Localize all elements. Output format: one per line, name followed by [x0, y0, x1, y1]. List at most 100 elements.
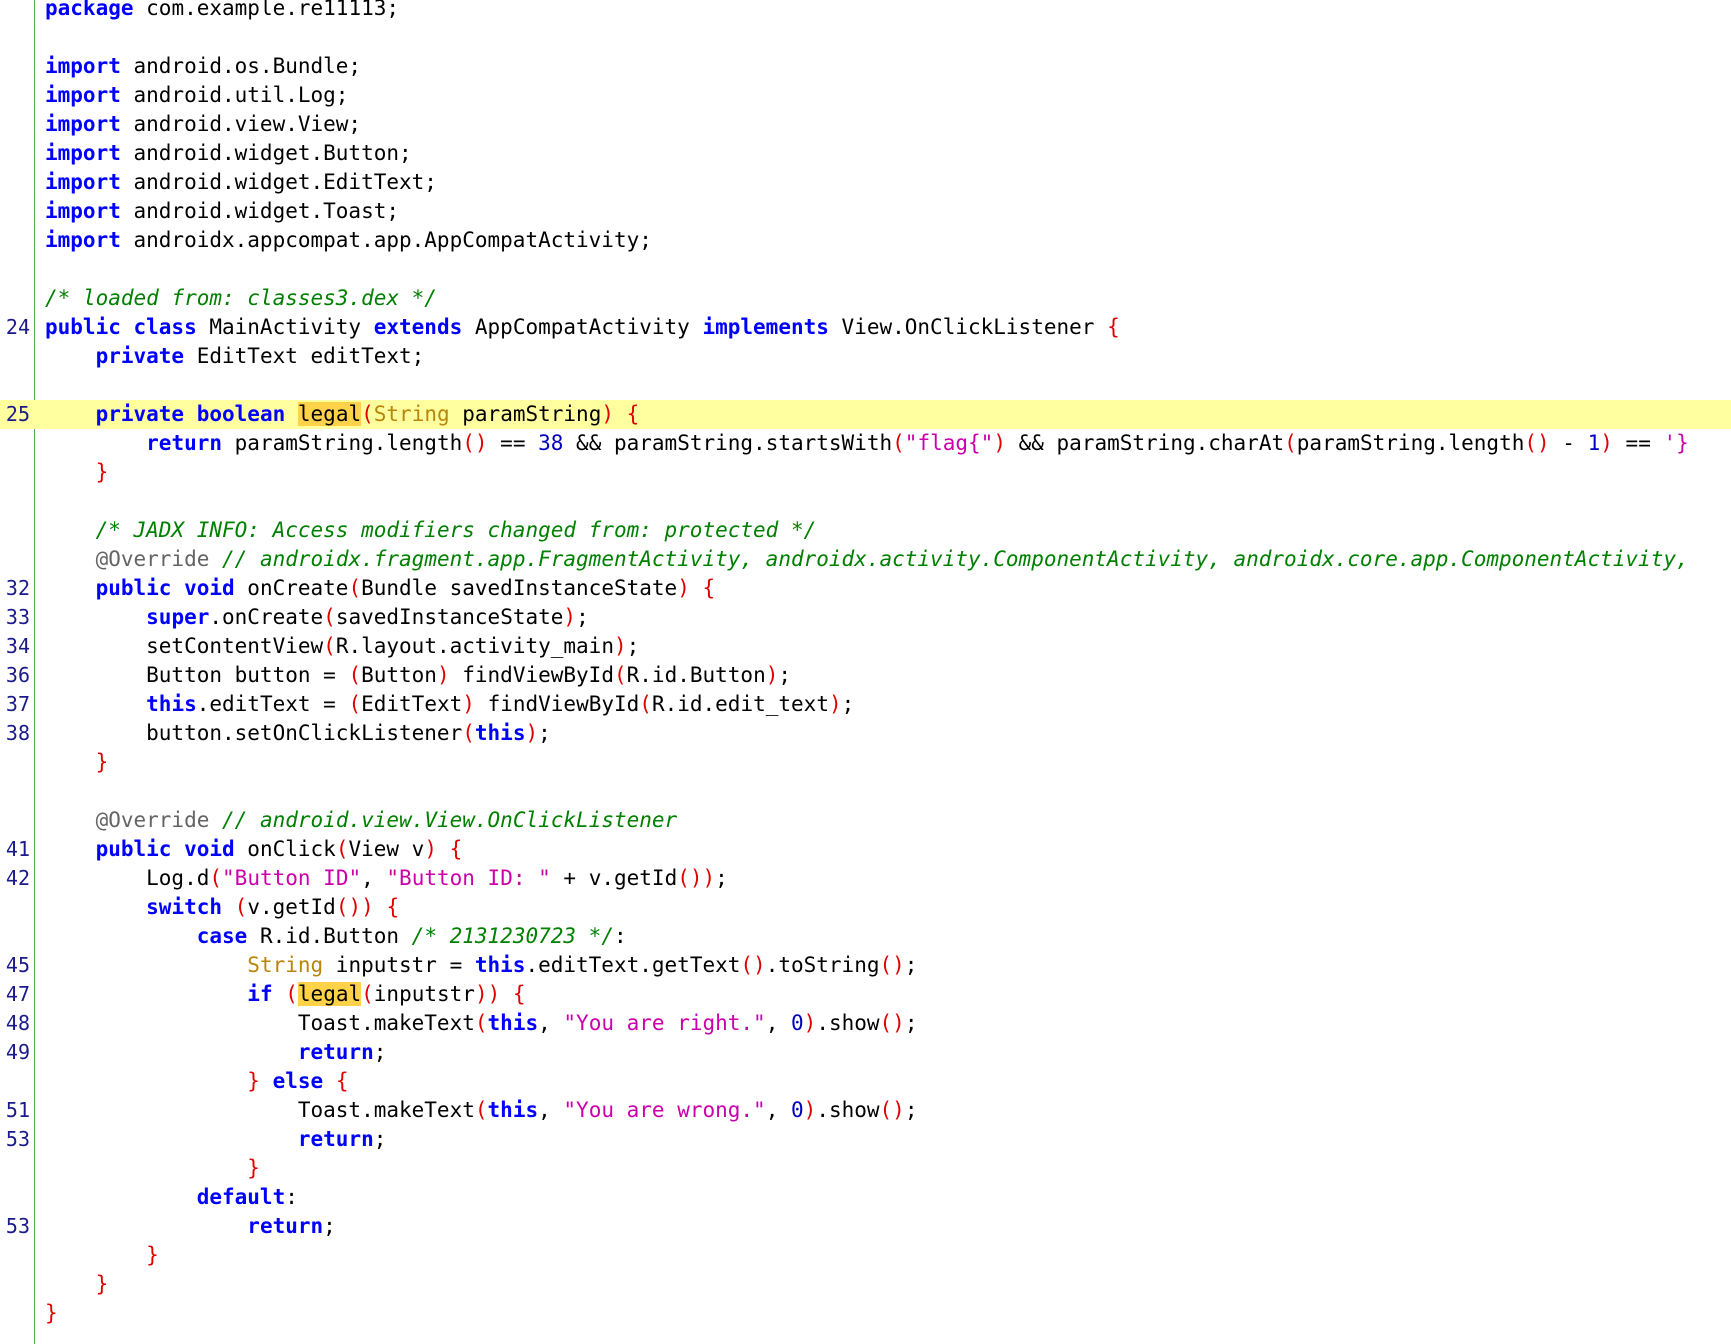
keyword-token: this — [474, 721, 526, 745]
code-line[interactable]: 49 return; — [0, 1038, 1731, 1067]
code-token: ( — [613, 663, 627, 687]
code-text: String inputstr = this.editText.getText(… — [45, 951, 917, 980]
code-line[interactable]: } — [0, 1154, 1731, 1183]
keyword-token: import — [45, 228, 121, 252]
code-line[interactable]: import android.util.Log; — [0, 81, 1731, 110]
code-token: () — [1524, 431, 1550, 455]
search-match-token[interactable]: legal — [297, 982, 362, 1006]
code-line[interactable]: 53 return; — [0, 1125, 1731, 1154]
code-token: String — [373, 402, 450, 426]
code-line[interactable]: import android.widget.Toast; — [0, 197, 1731, 226]
code-text: Toast.makeText(this, "You are wrong.", 0… — [45, 1096, 918, 1125]
line-number: 32 — [5, 576, 30, 600]
code-line[interactable]: import android.widget.EditText; — [0, 168, 1731, 197]
code-editor[interactable]: package com.example.re11113; import andro… — [0, 0, 1731, 1344]
highlighted-code-line[interactable]: 25 private boolean legal(String paramStr… — [0, 400, 1731, 429]
code-line[interactable]: switch (v.getId()) { — [0, 893, 1731, 922]
code-token: () — [879, 1011, 905, 1035]
code-line[interactable]: import android.os.Bundle; — [0, 52, 1731, 81]
code-line[interactable]: 38 button.setOnClickListener(this); — [0, 719, 1731, 748]
code-line[interactable] — [0, 23, 1731, 52]
code-line[interactable]: } — [0, 1241, 1731, 1270]
code-text: import android.widget.Button; — [45, 139, 412, 168]
code-token: ; — [576, 605, 589, 629]
keyword-token: this — [487, 1011, 539, 1035]
code-text: switch (v.getId()) { — [45, 893, 399, 922]
code-line[interactable] — [0, 777, 1731, 806]
code-token: , — [765, 1098, 791, 1122]
code-line[interactable]: 33 super.onCreate(savedInstanceState); — [0, 603, 1731, 632]
code-line[interactable] — [0, 487, 1731, 516]
code-token: View v — [348, 837, 425, 861]
code-view[interactable]: package com.example.re11113; import andro… — [0, 0, 1731, 1328]
code-token: ( — [639, 692, 652, 716]
code-line[interactable]: import android.widget.Button; — [0, 139, 1731, 168]
code-line[interactable]: private EditText editText; — [0, 342, 1731, 371]
code-line[interactable]: 45 String inputstr = this.editText.getTe… — [0, 951, 1731, 980]
code-line[interactable]: @Override // androidx.fragment.app.Fragm… — [0, 545, 1731, 574]
code-line[interactable]: 51 Toast.makeText(this, "You are wrong."… — [0, 1096, 1731, 1125]
code-line[interactable]: default: — [0, 1183, 1731, 1212]
code-text: public void onCreate(Bundle savedInstanc… — [45, 574, 716, 603]
code-token: R.id.edit_text — [651, 692, 829, 716]
code-token: ) — [765, 663, 779, 687]
code-token: @Override — [95, 547, 210, 571]
code-line[interactable]: } — [0, 748, 1731, 777]
code-line[interactable]: return paramString.length() == 38 && par… — [0, 429, 1731, 458]
code-line[interactable]: 37 this.editText = (EditText) findViewBy… — [0, 690, 1731, 719]
code-line[interactable]: package com.example.re11113; — [0, 0, 1731, 23]
comment-token: // android.view.View.OnClickListener — [222, 808, 678, 832]
keyword-token: import — [45, 170, 121, 194]
code-line[interactable]: 32 public void onCreate(Bundle savedInst… — [0, 574, 1731, 603]
keyword-token: import — [45, 54, 121, 78]
keyword-token: import — [45, 83, 121, 107]
code-token: ) — [563, 605, 577, 629]
code-token: } — [95, 750, 109, 774]
code-line[interactable]: 36 Button button = (Button) findViewById… — [0, 661, 1731, 690]
code-line[interactable]: 41 public void onClick(View v) { — [0, 835, 1731, 864]
code-line[interactable]: } — [0, 1270, 1731, 1299]
code-line[interactable]: case R.id.Button /* 2131230723 */: — [0, 922, 1731, 951]
code-token: Toast.makeText — [45, 1098, 475, 1122]
code-line[interactable]: 48 Toast.makeText(this, "You are right."… — [0, 1009, 1731, 1038]
code-line[interactable]: } — [0, 458, 1731, 487]
code-line[interactable]: 34 setContentView(R.layout.activity_main… — [0, 632, 1731, 661]
code-text: import androidx.appcompat.app.AppCompatA… — [45, 226, 652, 255]
code-token: ; — [904, 953, 918, 977]
code-line[interactable]: import android.view.View; — [0, 110, 1731, 139]
code-token: android.view.View; — [120, 112, 362, 136]
code-line[interactable]: 24 public class MainActivity extends AppC… — [0, 313, 1731, 342]
code-token: ; — [626, 634, 640, 658]
code-token: ) — [803, 1098, 817, 1122]
code-line[interactable]: 42 Log.d("Button ID", "Button ID: " + v.… — [0, 864, 1731, 893]
line-number: 48 — [5, 1011, 30, 1035]
code-token: @Override — [95, 808, 210, 832]
search-match-token[interactable]: legal — [297, 402, 362, 426]
keyword-token: public void — [95, 837, 235, 861]
code-line[interactable] — [0, 255, 1731, 284]
code-line[interactable]: import androidx.appcompat.app.AppCompatA… — [0, 226, 1731, 255]
code-line[interactable]: 47 if (legal(inputstr)) { — [0, 980, 1731, 1009]
line-number: 34 — [5, 634, 30, 658]
code-line[interactable]: 53 return; — [0, 1212, 1731, 1241]
code-token: ) — [613, 634, 627, 658]
code-line[interactable]: } — [0, 1299, 1731, 1328]
code-token: onClick — [234, 837, 336, 861]
keyword-token: switch — [146, 895, 223, 919]
code-line[interactable]: @Override // android.view.View.OnClickLi… — [0, 806, 1731, 835]
code-line[interactable]: /* loaded from: classes3.dex */ — [0, 284, 1731, 313]
code-line[interactable] — [0, 371, 1731, 400]
code-token: , — [361, 866, 387, 890]
code-text: import android.os.Bundle; — [45, 52, 361, 81]
code-token: Log.d — [45, 866, 210, 890]
code-token: ; — [373, 1040, 387, 1064]
code-line[interactable]: /* JADX INFO: Access modifiers changed f… — [0, 516, 1731, 545]
code-token: , — [765, 1011, 791, 1035]
keyword-token: extends — [373, 315, 463, 339]
code-line[interactable]: } else { — [0, 1067, 1731, 1096]
